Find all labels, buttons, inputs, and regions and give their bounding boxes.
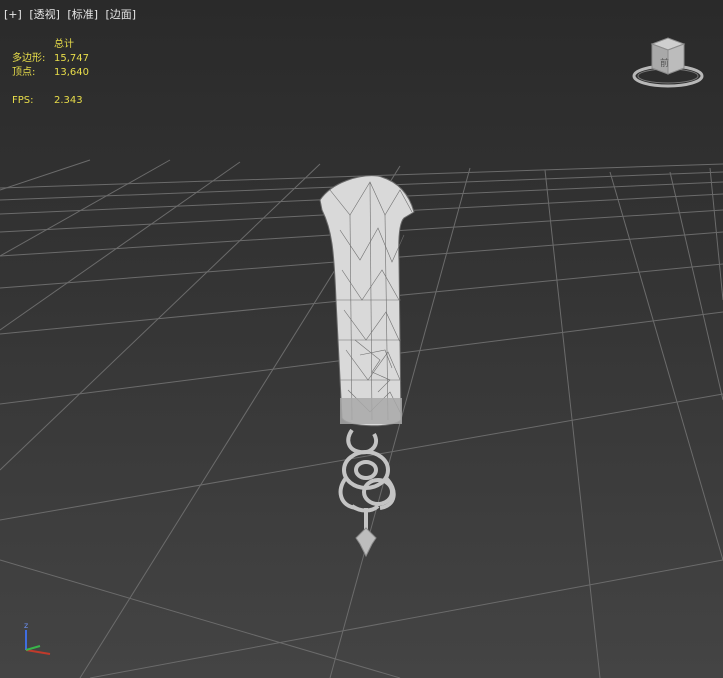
sword-blade (319, 175, 415, 427)
viewport-label-bar: [+] [透视] [标准] [边面] (4, 6, 140, 22)
stats-polygons-label: 多边形: (12, 53, 46, 64)
sword-model[interactable] (319, 175, 415, 558)
viewport-scene (0, 159, 723, 678)
axis-z-label: z (24, 621, 28, 630)
stats-header: 总计 (54, 39, 74, 50)
sword-pommel (355, 527, 377, 558)
viewport-point-of-view[interactable]: [透视] (29, 8, 60, 21)
stats-vertices-value: 13,640 (54, 67, 89, 78)
axis-y-icon (25, 645, 41, 651)
axis-tripod: z (24, 621, 51, 655)
viewport-display-mode[interactable]: [边面] (106, 8, 137, 21)
viewcube-face-label: 前 (660, 57, 669, 69)
sword-handle (338, 428, 396, 536)
perspective-viewport[interactable]: [+] [透视] [标准] [边面] 总计 多边形: 15,747 顶点: 13… (0, 0, 723, 678)
stats-fps-value: 2.343 (54, 95, 83, 106)
viewport-shading-mode[interactable]: [标准] (67, 8, 98, 21)
viewport-menu-plus[interactable]: [+] (4, 8, 22, 21)
stats-fps-label: FPS: (12, 95, 34, 106)
blade-dense-band (340, 398, 402, 424)
viewcube[interactable]: 前 (632, 34, 704, 90)
stats-polygons-value: 15,747 (54, 53, 89, 64)
axis-x-icon (25, 649, 51, 655)
stats-vertices-label: 顶点: (12, 67, 36, 78)
